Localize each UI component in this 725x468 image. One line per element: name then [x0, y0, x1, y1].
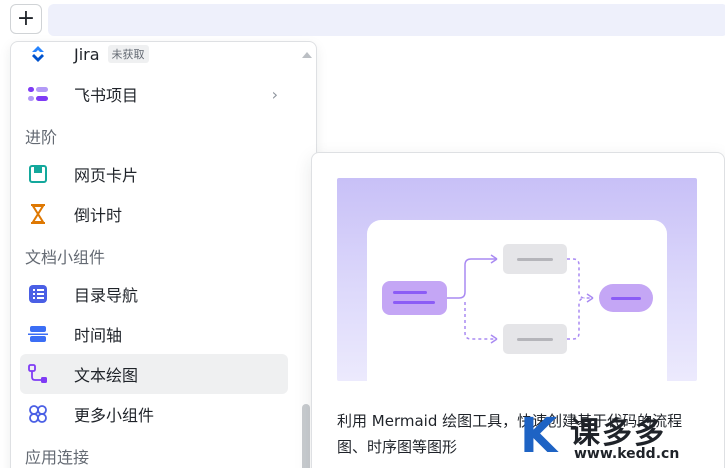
plus-icon: + — [16, 6, 36, 31]
menu-item-label: 时间轴 — [74, 326, 123, 345]
web-card-icon — [27, 163, 49, 185]
menu-item-toc[interactable]: 目录导航 — [20, 274, 288, 314]
widgets-icon — [27, 403, 49, 425]
menu-item-label: 文本绘图 — [74, 366, 139, 385]
menu-item-feishu-project[interactable]: 飞书项目 › — [20, 74, 288, 114]
menu-item-web-card[interactable]: 网页卡片 — [20, 154, 288, 194]
menu-item-label: 更多小组件 — [74, 406, 155, 425]
hourglass-icon — [27, 203, 49, 225]
project-icon — [27, 83, 49, 105]
insert-menu: Jira 未获取 飞书项目 › 进阶 网页卡片 倒计时 文档小组件 目录导航 时… — [10, 41, 317, 468]
section-title-widgets: 文档小组件 — [25, 248, 106, 267]
watermark-k-letter: K — [520, 408, 558, 464]
diagram-preview-image — [337, 178, 697, 382]
scroll-up-arrow-icon[interactable] — [302, 52, 312, 58]
scrollbar-thumb[interactable] — [302, 404, 310, 468]
diagram-icon — [27, 363, 49, 385]
menu-item-label: 倒计时 — [74, 206, 123, 225]
section-title-advanced: 进阶 — [25, 128, 58, 147]
menu-item-label: 目录导航 — [74, 286, 139, 305]
add-button[interactable]: + — [10, 4, 42, 34]
menu-item-more-widgets[interactable]: 更多小组件 — [20, 394, 288, 434]
chevron-right-icon: › — [271, 85, 278, 104]
menu-item-countdown[interactable]: 倒计时 — [20, 194, 288, 234]
section-title-connect: 应用连接 — [25, 448, 90, 467]
menu-item-timeline[interactable]: 时间轴 — [20, 314, 288, 354]
jira-icon — [27, 43, 49, 65]
menu-item-label: Jira — [74, 44, 100, 64]
watermark-logo: K 课多多 www.kedd.cn — [520, 408, 725, 468]
menu-item-jira[interactable]: Jira 未获取 — [20, 42, 288, 74]
flowchart-illustration — [382, 244, 653, 354]
timeline-icon — [27, 323, 49, 345]
menu-item-label: 网页卡片 — [74, 166, 139, 185]
top-toolbar — [48, 4, 725, 36]
menu-item-text-diagram[interactable]: 文本绘图 — [20, 354, 288, 394]
toc-icon — [27, 283, 49, 305]
menu-item-label: 飞书项目 — [74, 86, 139, 105]
status-badge: 未获取 — [107, 45, 149, 63]
watermark-url: www.kedd.cn — [574, 446, 680, 462]
